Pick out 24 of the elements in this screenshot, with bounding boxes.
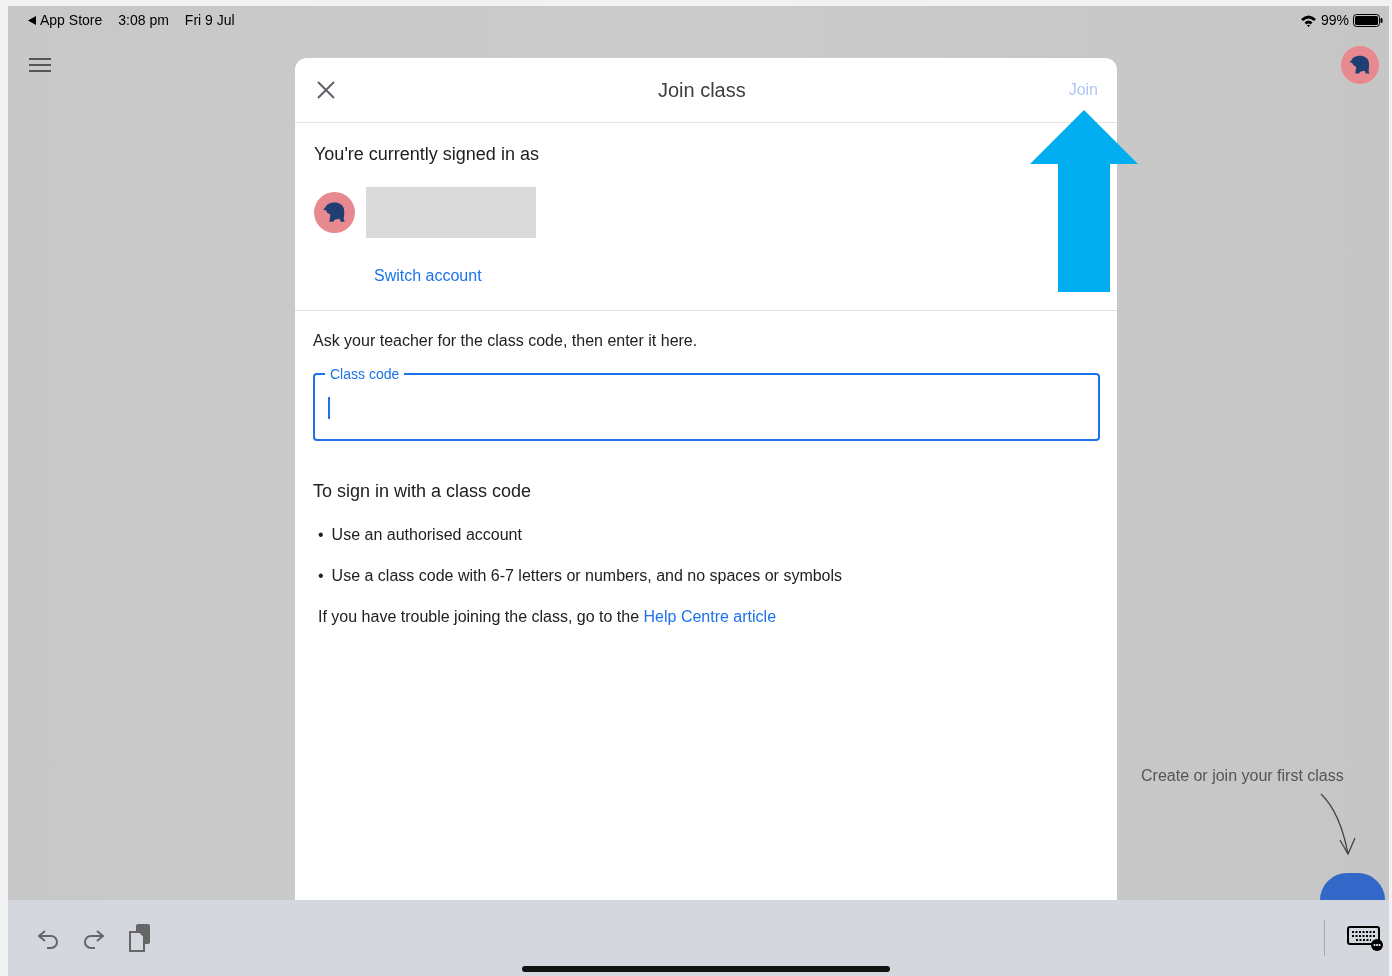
close-icon[interactable]: [317, 81, 335, 99]
empty-state-hint: Create or join your first class: [1141, 766, 1344, 786]
wifi-icon: [1299, 13, 1317, 27]
avatar: [314, 192, 355, 233]
help-note: If you have trouble joining the class, go to the Help Centre article: [318, 607, 778, 627]
help-heading: To sign in with a class code: [313, 480, 533, 503]
switch-account-link[interactable]: Switch account: [374, 264, 482, 288]
keyboard-icon[interactable]: [1347, 925, 1385, 951]
avatar[interactable]: [1341, 46, 1379, 84]
instruction-text: Ask your teacher for the class code, then enter it here.: [313, 331, 699, 351]
status-time: 3:08 pm: [118, 10, 169, 30]
paste-icon[interactable]: [128, 923, 152, 953]
bullet-item: • Use an authorised account: [318, 525, 523, 545]
account-heading: You're currently signed in as: [314, 143, 540, 166]
battery-icon: [1353, 13, 1383, 27]
bullet-item: • Use a class code with 6-7 letters or numbers, and no spaces or symbols: [318, 566, 844, 586]
back-link[interactable]: App Store: [40, 9, 103, 31]
add-class-button[interactable]: [1320, 873, 1385, 900]
dialog-title: Join class: [656, 78, 747, 103]
status-date: Fri 9 Jul: [184, 10, 235, 30]
back-arrow-icon[interactable]: [28, 15, 36, 25]
help-centre-link[interactable]: Help Centre article: [643, 608, 777, 625]
menu-icon[interactable]: [28, 56, 52, 74]
battery-percent: 99%: [1320, 10, 1349, 30]
